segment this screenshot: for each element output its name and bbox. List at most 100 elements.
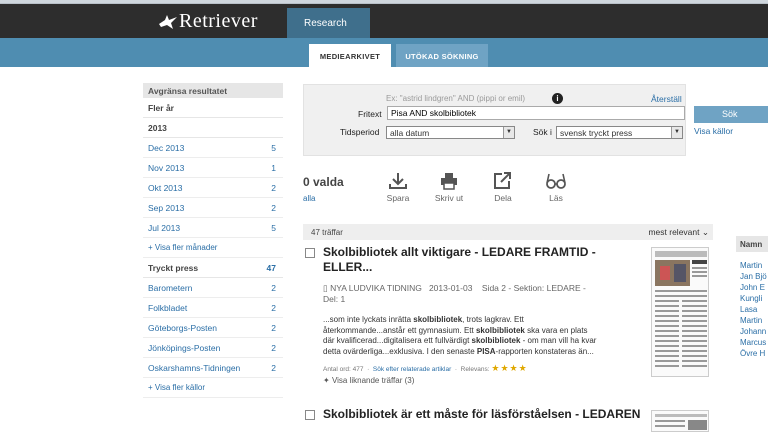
result-title[interactable]: Skolbibliotek allt viktigare - LEDARE FR… xyxy=(323,245,643,275)
filter-label: Okt 2013 xyxy=(148,183,183,193)
source-section-label: Tryckt press xyxy=(148,263,199,273)
filter-source-goteborgs-posten[interactable]: Göteborgs-Posten 2 xyxy=(143,318,283,338)
result-page: Sida 2 xyxy=(481,283,506,293)
filter-label: Dec 2013 xyxy=(148,143,185,153)
select-all-link[interactable]: alla xyxy=(303,194,315,203)
filter-count: 5 xyxy=(271,223,276,233)
source-section-header[interactable]: Tryckt press 47 xyxy=(143,258,283,278)
snippet-line: detta ovärderliga...exklusiva. I den sen… xyxy=(323,346,594,356)
name-link[interactable]: Kungli xyxy=(736,293,768,304)
search-button[interactable]: Sök xyxy=(694,106,768,123)
name-link[interactable]: Martin xyxy=(736,315,768,326)
filter-sidebar: Avgränsa resultatet Fler år 2013 Dec 201… xyxy=(143,83,283,398)
retriever-logo[interactable]: Retriever xyxy=(158,10,258,33)
filter-count: 2 xyxy=(271,303,276,313)
name-link[interactable]: Marcus xyxy=(736,337,768,348)
filter-count: 2 xyxy=(271,183,276,193)
related-articles-link[interactable]: Sök efter relaterade artiklar xyxy=(373,366,451,373)
filter-label: Jul 2013 xyxy=(148,223,181,233)
name-link[interactable]: Jan Bjö xyxy=(736,271,768,282)
read-button[interactable]: Läs xyxy=(538,172,574,203)
filter-source-folkbladet[interactable]: Folkbladet 2 xyxy=(143,298,283,318)
tidsperiod-select[interactable]: alla datum ▼ xyxy=(386,126,515,139)
save-button[interactable]: Spara xyxy=(380,172,416,203)
tab-mediearkivet[interactable]: MEDIEARKIVET xyxy=(309,44,391,67)
share-button[interactable]: Dela xyxy=(485,172,521,203)
filter-count: 2 xyxy=(271,283,276,293)
filter-count: 2 xyxy=(271,323,276,333)
snippet-line: ...som inte lyckats inrätta skolbibliote… xyxy=(323,315,524,324)
name-link[interactable]: Övre H xyxy=(736,348,768,359)
filter-source-oskarshamns-tidningen[interactable]: Oskarshamns-Tidningen 2 xyxy=(143,358,283,378)
filter-month-nov-2013[interactable]: Nov 2013 1 xyxy=(143,158,283,178)
newspaper-thumbnail-image xyxy=(655,414,707,430)
result-thumbnail[interactable] xyxy=(651,410,709,432)
sok-i-value: svensk tryckt press xyxy=(560,128,633,138)
save-label: Spara xyxy=(386,193,410,203)
name-link[interactable]: Johann xyxy=(736,326,768,337)
sok-i-label: Sök i xyxy=(533,127,552,137)
result-source: NYA LUDVIKA TIDNING xyxy=(330,283,422,293)
filter-count: 2 xyxy=(271,203,276,213)
filter-count: 5 xyxy=(271,143,276,153)
info-icon[interactable]: i xyxy=(552,93,563,104)
reset-link[interactable]: Återställ xyxy=(651,94,682,104)
name-link[interactable]: Lasa xyxy=(736,304,768,315)
name-link[interactable]: Martin xyxy=(736,260,768,271)
similar-results-link[interactable]: ✦ Visa liknande träffar (3) xyxy=(323,376,414,385)
result-meta: ▯ NYA LUDVIKA TIDNING 2013-01-03 Sida 2 … xyxy=(323,283,586,304)
sidebar-title: Avgränsa resultatet xyxy=(143,83,283,98)
filter-source-barometern[interactable]: Barometern 2 xyxy=(143,278,283,298)
newspaper-thumbnail-image xyxy=(655,251,707,367)
result-thumbnail[interactable] xyxy=(651,247,709,377)
result-checkbox[interactable] xyxy=(305,410,315,420)
filter-label: Nov 2013 xyxy=(148,163,185,173)
filter-label: Folkbladet xyxy=(148,303,188,313)
snippet-line: där kvalificerad...digitalisera ett full… xyxy=(323,336,597,345)
chevron-down-icon: ⌄ xyxy=(701,227,709,237)
filter-label: Oskarshamns-Tidningen xyxy=(148,363,241,373)
word-count: Antal ord: 477 xyxy=(323,366,364,373)
result-section: Sektion: LEDARE xyxy=(513,283,581,293)
relevance-stars: ★★★★ xyxy=(491,363,528,373)
show-sources-link[interactable]: Visa källor xyxy=(694,126,733,136)
nav-tab-research[interactable]: Research xyxy=(287,8,370,42)
result-part: Del: 1 xyxy=(323,294,346,304)
result-date: 2013-01-03 xyxy=(428,283,473,293)
relevance-label: Relevans: xyxy=(460,366,490,373)
filter-label: Barometern xyxy=(148,283,193,293)
download-icon xyxy=(389,173,407,189)
bird-logo-icon xyxy=(159,14,177,29)
top-navigation-bar: Retriever Research xyxy=(0,4,768,42)
show-more-months-link[interactable]: + Visa fler månader xyxy=(143,238,283,258)
filter-month-sep-2013[interactable]: Sep 2013 2 xyxy=(143,198,283,218)
names-header: Namn xyxy=(736,236,768,252)
printer-icon xyxy=(441,173,457,190)
name-link[interactable]: John E xyxy=(736,282,768,293)
sort-dropdown[interactable]: mest relevant ⌄ xyxy=(648,227,709,238)
sort-value: mest relevant xyxy=(648,227,700,237)
source-section-count: 47 xyxy=(266,263,276,273)
fritext-input[interactable] xyxy=(387,106,685,120)
chevron-down-icon: ▼ xyxy=(503,127,514,138)
result-title[interactable]: Skolbibliotek är ett måste för läsförstå… xyxy=(323,407,643,422)
year-section-header[interactable]: Fler år xyxy=(143,98,283,118)
sok-i-select[interactable]: svensk tryckt press ▼ xyxy=(556,126,683,139)
results-header-bar: 47 träffar mest relevant ⌄ xyxy=(303,224,713,240)
filter-label: Sep 2013 xyxy=(148,203,185,213)
filter-month-jul-2013[interactable]: Jul 2013 5 xyxy=(143,218,283,238)
tab-utokad-sokning[interactable]: UTÖKAD SÖKNING xyxy=(396,44,488,67)
show-more-sources-link[interactable]: + Visa fler källor xyxy=(143,378,283,398)
print-label: Skriv ut xyxy=(434,193,464,203)
tidsperiod-label: Tidsperiod xyxy=(340,127,380,137)
filter-month-okt-2013[interactable]: Okt 2013 2 xyxy=(143,178,283,198)
logo-text: Retriever xyxy=(179,10,258,32)
year-value[interactable]: 2013 xyxy=(143,118,283,138)
glasses-icon xyxy=(546,173,566,189)
filter-label: Göteborgs-Posten xyxy=(148,323,217,333)
filter-source-jonkopings-posten[interactable]: Jönköpings-Posten 2 xyxy=(143,338,283,358)
result-checkbox[interactable] xyxy=(305,248,315,258)
read-label: Läs xyxy=(549,193,563,203)
filter-month-dec-2013[interactable]: Dec 2013 5 xyxy=(143,138,283,158)
print-button[interactable]: Skriv ut xyxy=(431,172,467,203)
